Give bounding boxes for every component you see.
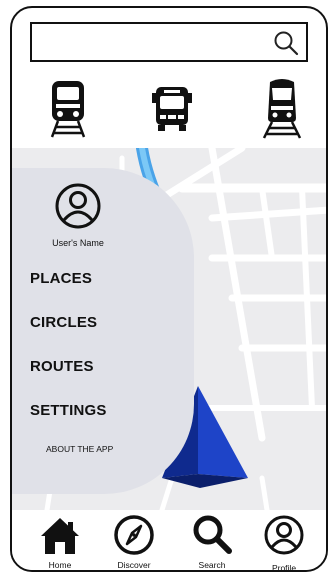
phone-frame: User's Name PLACES CIRCLES ROUTES SETTIN…	[10, 6, 328, 572]
menu-item-routes[interactable]: ROUTES	[30, 358, 94, 375]
nav-discover-label: Discover	[117, 560, 151, 570]
nav-profile[interactable]: Profile	[252, 512, 316, 572]
nav-profile-label: Profile	[271, 563, 297, 572]
search-icon	[193, 515, 232, 554]
bus-mode-button[interactable]	[148, 78, 196, 140]
nav-search[interactable]: Search	[180, 512, 244, 570]
user-avatar-icon[interactable]	[54, 182, 102, 230]
train-icon	[50, 81, 86, 138]
nav-discover[interactable]: Discover	[102, 512, 166, 570]
user-icon	[264, 515, 304, 555]
menu-item-circles[interactable]: CIRCLES	[30, 314, 97, 331]
high-speed-train-icon	[262, 79, 302, 139]
nav-search-label: Search	[198, 560, 226, 570]
menu-item-about[interactable]: ABOUT THE APP	[46, 444, 113, 454]
train-mode-button[interactable]	[44, 78, 92, 140]
home-icon	[41, 518, 79, 554]
menu-item-places[interactable]: PLACES	[30, 270, 92, 287]
user-name: User's Name	[52, 238, 104, 248]
nav-home-label: Home	[48, 560, 72, 570]
bottom-navigation: Home Discover Search Profile	[12, 510, 326, 572]
bus-icon	[152, 87, 192, 131]
search-icon[interactable]	[270, 27, 302, 59]
transit-mode-bar	[12, 78, 326, 148]
nav-home[interactable]: Home	[28, 512, 92, 570]
menu-item-settings[interactable]: SETTINGS	[30, 402, 107, 419]
search-input[interactable]	[36, 28, 276, 58]
high-speed-train-mode-button[interactable]	[258, 78, 306, 140]
search-bar[interactable]	[30, 22, 308, 62]
compass-icon	[114, 515, 154, 555]
side-menu: User's Name PLACES CIRCLES ROUTES SETTIN…	[12, 168, 194, 494]
